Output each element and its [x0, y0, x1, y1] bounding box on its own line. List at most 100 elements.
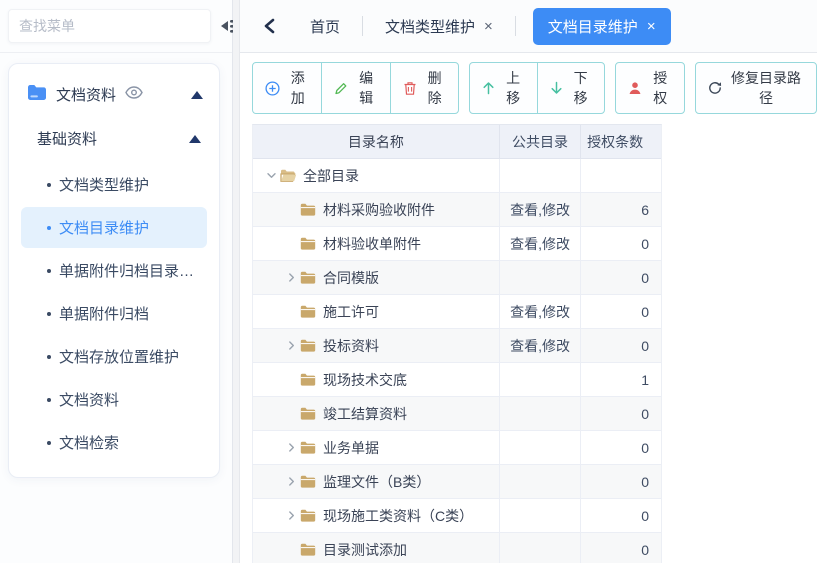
directory-name: 现场施工类资料（C类）: [323, 506, 473, 526]
tab-2-active[interactable]: 文档目录维护 ×: [533, 8, 671, 45]
auth-count-value: 6: [581, 193, 661, 227]
table-row[interactable]: 合同模版0: [253, 261, 661, 295]
triangle-up-icon[interactable]: [191, 91, 203, 99]
toolbar-group-0: 添加编辑删除: [252, 62, 459, 114]
sidebar-item-3[interactable]: 单据附件归档: [21, 293, 207, 334]
sidebar-item-label: 文档类型维护: [59, 177, 149, 194]
column-header-0: 目录名称: [253, 125, 500, 159]
sidebar-item-0[interactable]: 文档类型维护: [21, 164, 207, 205]
chevron-left-icon[interactable]: [250, 18, 288, 34]
sidebar-group-basic[interactable]: 基础资料: [9, 115, 219, 162]
trash-button[interactable]: 删除: [390, 63, 458, 113]
auth-count-value: 0: [581, 261, 661, 295]
expand-icon[interactable]: [283, 476, 300, 487]
sidebar-item-2[interactable]: 单据附件归档目录…: [21, 250, 207, 291]
auth-count-value: [581, 159, 661, 193]
sidebar-search-row: [0, 0, 232, 53]
expand-icon[interactable]: [283, 442, 300, 453]
directory-name: 业务单据: [323, 438, 379, 458]
pencil-button[interactable]: 编辑: [321, 63, 389, 113]
toolbar-button-label: 上移: [501, 68, 525, 108]
bullet-dot-icon: [47, 398, 51, 402]
directory-name: 施工许可: [323, 302, 379, 322]
table-row[interactable]: 现场技术交底 1: [253, 363, 661, 397]
tab-bar: 首页 文档类型维护 × 文档目录维护 ×: [240, 0, 817, 53]
column-header-2: 授权条数: [581, 125, 661, 159]
user-button[interactable]: 授权: [616, 63, 684, 113]
trash-icon: [403, 81, 417, 96]
toolbar-group-3: 修复目录路径: [695, 62, 817, 114]
refresh-icon: [708, 81, 722, 95]
arrow-down-button[interactable]: 下移: [537, 63, 605, 113]
folder-icon: [300, 543, 318, 556]
folder-icon: [300, 475, 318, 488]
folder-open-icon: [280, 169, 298, 182]
directory-name: 监理文件（B类）: [323, 472, 430, 492]
public-directory-value: [500, 397, 582, 431]
tabs-container: 首页 文档类型维护 × 文档目录维护 ×: [288, 8, 671, 45]
sidebar-splitter[interactable]: [233, 0, 240, 563]
tab-label: 文档目录维护: [548, 16, 638, 37]
bullet-dot-icon: [47, 226, 51, 230]
public-directory-value: [500, 363, 582, 397]
directory-name: 材料采购验收附件: [323, 200, 435, 220]
sidebar-item-6[interactable]: 文档检索: [21, 422, 207, 463]
expand-icon[interactable]: [283, 510, 300, 521]
close-icon[interactable]: ×: [484, 18, 493, 35]
sidebar-item-1-active[interactable]: 文档目录维护: [21, 207, 207, 248]
collapse-icon[interactable]: [263, 170, 280, 181]
close-icon[interactable]: ×: [647, 18, 656, 35]
sidebar-item-label: 文档资料: [59, 392, 119, 409]
table-row[interactable]: 投标资料查看,修改0: [253, 329, 661, 363]
table-row[interactable]: 施工许可 查看,修改0: [253, 295, 661, 329]
public-directory-value: 查看,修改: [500, 329, 582, 363]
table-row[interactable]: 业务单据 0: [253, 431, 661, 465]
tab-label: 文档类型维护: [385, 16, 475, 37]
search-input[interactable]: [8, 9, 211, 43]
plus-circle-button[interactable]: 添加: [253, 63, 321, 113]
toolbar-group-1: 上移下移: [469, 62, 605, 114]
auth-count-value: 0: [581, 295, 661, 329]
auth-count-value: 0: [581, 499, 661, 533]
table-header-row: 目录名称公共目录授权条数: [253, 125, 661, 159]
table-row[interactable]: 监理文件（B类）0: [253, 465, 661, 499]
toolbar-button-label: 授权: [648, 68, 672, 108]
table-body: 全部目录材料采购验收附件查看,修改6材料验收单附件查看,修改0合同模版0施工许可…: [253, 159, 661, 563]
table-row[interactable]: 材料采购验收附件 查看,修改6: [253, 193, 661, 227]
folder-icon: [300, 237, 318, 250]
bullet-dot-icon: [47, 441, 51, 445]
expand-icon[interactable]: [283, 340, 300, 351]
table-row[interactable]: 目录测试添加0: [253, 533, 661, 563]
sidebar: 文档资料 基础资料 文档类型维护文档目录维护单据附件归档目录…单据附件归档文档存…: [0, 0, 233, 563]
directory-table: 目录名称公共目录授权条数 全部目录材料采购验收附件查看,修改6材料验收单附件查看…: [252, 124, 662, 563]
public-directory-value: [500, 533, 582, 563]
sidebar-group-label: 文档资料: [56, 84, 116, 105]
arrow-up-button[interactable]: 上移: [470, 63, 537, 113]
public-directory-value: [500, 499, 582, 533]
directory-name: 现场技术交底: [323, 370, 407, 390]
tab-0[interactable]: 首页: [288, 16, 362, 37]
table-row[interactable]: 全部目录: [253, 159, 661, 193]
triangle-up-icon[interactable]: [189, 135, 201, 143]
table-row[interactable]: 现场施工类资料（C类） 0: [253, 499, 661, 533]
bullet-dot-icon: [47, 269, 51, 273]
public-directory-value: 查看,修改: [500, 193, 582, 227]
auth-count-value: 1: [581, 363, 661, 397]
public-directory-value: [500, 465, 582, 499]
auth-count-value: 0: [581, 431, 661, 465]
directory-name: 投标资料: [323, 336, 379, 356]
folder-icon: [300, 441, 318, 454]
sidebar-group-docs[interactable]: 文档资料: [9, 68, 219, 115]
sidebar-item-4[interactable]: 文档存放位置维护: [21, 336, 207, 377]
table-row[interactable]: 竣工结算资料0: [253, 397, 661, 431]
sidebar-item-5[interactable]: 文档资料: [21, 379, 207, 420]
bullet-dot-icon: [47, 312, 51, 316]
arrow-down-icon: [550, 81, 563, 95]
table-row[interactable]: 材料验收单附件查看,修改0: [253, 227, 661, 261]
folder-icon: [300, 339, 318, 352]
toolbar-button-label: 删除: [423, 68, 446, 108]
public-directory-value: 查看,修改: [500, 295, 582, 329]
tab-1[interactable]: 文档类型维护 ×: [363, 16, 515, 37]
refresh-button[interactable]: 修复目录路径: [696, 63, 816, 113]
expand-icon[interactable]: [283, 272, 300, 283]
